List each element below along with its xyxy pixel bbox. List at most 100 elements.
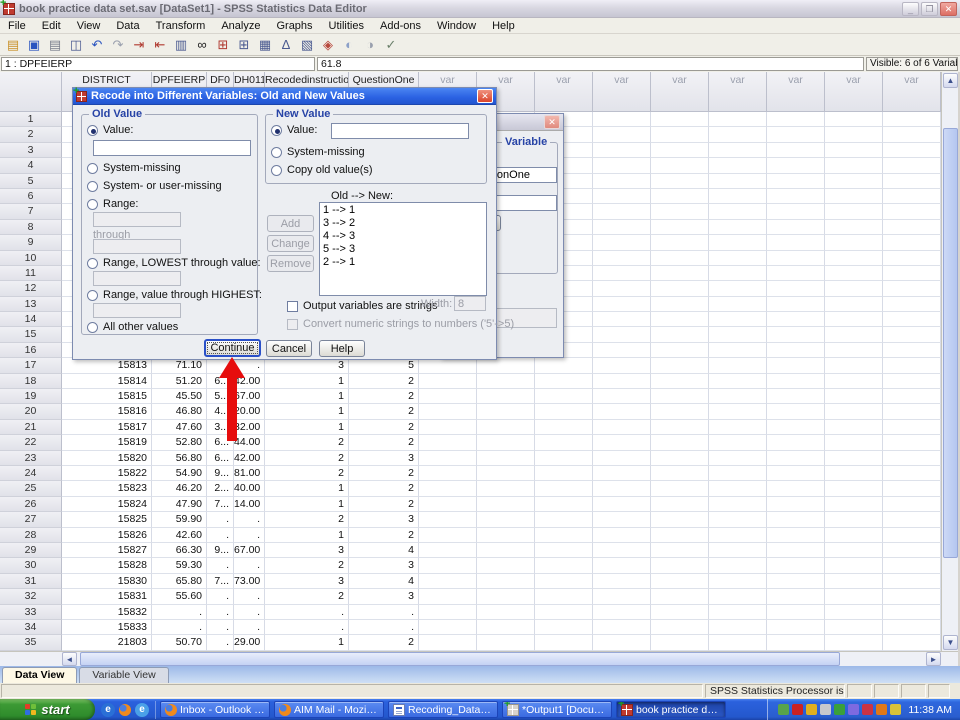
menu-add-ons[interactable]: Add-ons (372, 19, 429, 33)
data-cell[interactable]: 2 (265, 558, 349, 573)
taskbar-button[interactable]: AIM Mail - Mozilla Fir... (274, 701, 384, 718)
empty-cell[interactable] (651, 189, 709, 204)
find-icon[interactable]: ∞ (193, 36, 211, 54)
data-cell[interactable]: 15820 (62, 451, 152, 466)
empty-cell[interactable] (883, 281, 941, 296)
empty-cell[interactable] (883, 420, 941, 435)
empty-cell[interactable] (709, 512, 767, 527)
empty-cell[interactable] (419, 420, 477, 435)
empty-cell[interactable] (651, 389, 709, 404)
empty-cell[interactable] (767, 543, 825, 558)
empty-cell[interactable] (651, 127, 709, 142)
empty-cell[interactable] (419, 574, 477, 589)
empty-cell[interactable] (535, 605, 593, 620)
row-number[interactable]: 6 (0, 189, 62, 204)
horizontal-scrollbar[interactable]: ◄ ► (0, 651, 958, 666)
empty-cell[interactable] (651, 574, 709, 589)
empty-cell[interactable] (767, 389, 825, 404)
empty-cell[interactable] (593, 189, 651, 204)
empty-cell[interactable] (709, 420, 767, 435)
help-button[interactable]: Help (319, 340, 365, 357)
data-cell[interactable]: 42.60 (152, 528, 207, 543)
empty-cell[interactable] (477, 374, 535, 389)
data-cell[interactable]: 81.00 (234, 466, 265, 481)
empty-cell[interactable] (651, 220, 709, 235)
empty-cell[interactable] (419, 435, 477, 450)
empty-cell[interactable] (825, 466, 883, 481)
select-cases-icon[interactable]: ▧ (298, 36, 316, 54)
empty-cell[interactable] (767, 143, 825, 158)
row-number[interactable]: 12 (0, 281, 62, 296)
empty-cell[interactable] (825, 127, 883, 142)
empty-cell[interactable] (593, 235, 651, 250)
empty-cell[interactable] (651, 497, 709, 512)
empty-cell[interactable] (825, 204, 883, 219)
empty-cell[interactable] (651, 281, 709, 296)
empty-cell[interactable] (825, 281, 883, 296)
data-cell[interactable]: 15832 (62, 605, 152, 620)
add-button[interactable]: Add (267, 215, 314, 232)
data-cell[interactable]: 15823 (62, 481, 152, 496)
empty-cell[interactable] (883, 189, 941, 204)
empty-cell[interactable] (709, 620, 767, 635)
old-sysmis-radio[interactable]: System-missing (87, 162, 181, 174)
data-cell[interactable]: 1 (265, 528, 349, 543)
empty-cell[interactable] (651, 343, 709, 358)
empty-cell[interactable] (535, 574, 593, 589)
goto-case-icon[interactable]: ⇥ (130, 36, 148, 54)
empty-cell[interactable] (651, 174, 709, 189)
data-cell[interactable]: 15814 (62, 374, 152, 389)
data-cell[interactable]: . (207, 635, 234, 650)
use-sets-icon[interactable]: ◐ (340, 36, 358, 54)
empty-cell[interactable] (651, 543, 709, 558)
data-cell[interactable]: 2 (349, 466, 419, 481)
empty-cell[interactable] (477, 481, 535, 496)
empty-cell[interactable] (767, 512, 825, 527)
empty-cell[interactable] (535, 497, 593, 512)
insert-cases-icon[interactable]: ⊞ (214, 36, 232, 54)
empty-cell[interactable] (767, 620, 825, 635)
data-cell[interactable]: 1 (265, 420, 349, 435)
empty-cell[interactable] (709, 204, 767, 219)
data-cell[interactable]: 7... (207, 574, 234, 589)
empty-cell[interactable] (593, 251, 651, 266)
empty-cell[interactable] (883, 481, 941, 496)
old-new-pairs-list[interactable]: 1 --> 13 --> 24 --> 35 --> 32 --> 1 (319, 202, 487, 296)
empty-cell[interactable] (883, 389, 941, 404)
empty-cell[interactable] (883, 404, 941, 419)
tab-variable-view[interactable]: Variable View (79, 667, 168, 683)
variables-icon[interactable]: ▥ (172, 36, 190, 54)
empty-cell[interactable] (419, 589, 477, 604)
menu-transform[interactable]: Transform (148, 19, 214, 33)
old-new-pair[interactable]: 3 --> 2 (323, 217, 483, 230)
empty-cell[interactable] (709, 174, 767, 189)
empty-cell[interactable] (593, 420, 651, 435)
data-cell[interactable]: 1 (265, 481, 349, 496)
empty-cell[interactable] (767, 158, 825, 173)
empty-cell[interactable] (709, 189, 767, 204)
empty-cell[interactable] (825, 404, 883, 419)
data-cell[interactable]: 2 (265, 512, 349, 527)
empty-cell[interactable] (825, 343, 883, 358)
data-cell[interactable]: . (234, 512, 265, 527)
row-number[interactable]: 9 (0, 235, 62, 250)
old-new-pair[interactable]: 4 --> 3 (323, 230, 483, 243)
empty-cell[interactable] (593, 589, 651, 604)
empty-cell[interactable] (419, 558, 477, 573)
empty-cell[interactable] (825, 558, 883, 573)
close-button[interactable]: ✕ (940, 2, 957, 16)
data-cell[interactable]: . (234, 605, 265, 620)
value-labels-icon[interactable]: ◈ (319, 36, 337, 54)
data-cell[interactable]: 2 (349, 389, 419, 404)
data-cell[interactable]: . (265, 605, 349, 620)
data-cell[interactable]: 66.30 (152, 543, 207, 558)
row-number[interactable]: 27 (0, 512, 62, 527)
empty-cell[interactable] (767, 558, 825, 573)
empty-cell[interactable] (709, 435, 767, 450)
empty-cell[interactable] (767, 112, 825, 127)
empty-cell[interactable] (593, 558, 651, 573)
empty-cell[interactable] (767, 312, 825, 327)
empty-cell[interactable] (709, 220, 767, 235)
data-cell[interactable]: 2 (265, 589, 349, 604)
scroll-down-arrow[interactable]: ▼ (943, 635, 958, 650)
